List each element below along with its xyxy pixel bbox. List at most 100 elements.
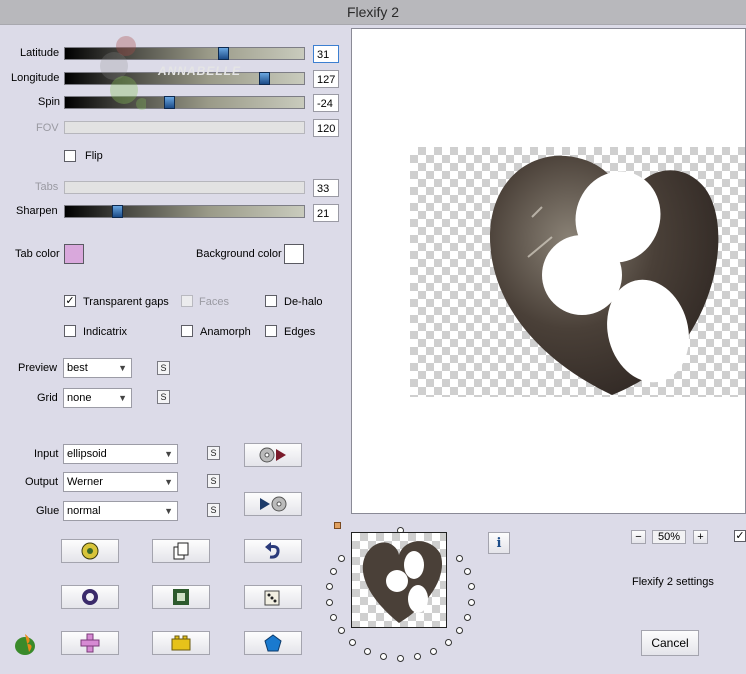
zoom-in-button[interactable]: + (693, 530, 708, 544)
spin-label: Spin (38, 96, 61, 108)
thumbnail-heart-image (362, 541, 443, 623)
dial-dot[interactable] (325, 598, 333, 606)
load-input-button[interactable] (244, 443, 302, 467)
background-color-swatch[interactable] (284, 244, 304, 264)
tab-color-swatch[interactable] (64, 244, 84, 264)
ring-button[interactable] (61, 585, 119, 609)
dial-dot[interactable] (464, 613, 472, 621)
output-select[interactable]: Werner ▼ (63, 472, 178, 492)
edges-label: Edges (284, 326, 316, 338)
cross-button[interactable] (61, 631, 119, 655)
brick-button[interactable] (152, 631, 210, 655)
frame-button[interactable] (152, 585, 210, 609)
dial-dot[interactable] (456, 554, 464, 562)
copy-button[interactable] (152, 539, 210, 563)
flip-checkbox[interactable] (64, 150, 76, 162)
dial-dot[interactable] (430, 647, 438, 655)
dial-dot[interactable] (349, 638, 357, 646)
fov-input[interactable]: 120 (313, 119, 339, 137)
dial-dot[interactable] (337, 627, 345, 635)
transparent-gaps-checkbox[interactable]: ✓ (64, 295, 76, 307)
spin-thumb[interactable] (164, 96, 175, 109)
latitude-input[interactable]: 31 (313, 45, 339, 63)
transparent-gaps-label: Transparent gaps (83, 296, 169, 308)
input-label: Input (34, 448, 59, 460)
dial-dot[interactable] (363, 647, 371, 655)
grid-label: Grid (37, 392, 58, 404)
tabs-input[interactable]: 33 (313, 179, 339, 197)
glue-label: Glue (36, 505, 60, 517)
tabs-label: Tabs (35, 181, 59, 193)
anamorph-label: Anamorph (200, 326, 251, 338)
undo-icon (265, 542, 280, 559)
dial-dot[interactable] (379, 653, 387, 661)
latitude-label: Latitude (20, 47, 60, 59)
dial-dot[interactable] (325, 583, 333, 591)
settings-label: Flexify 2 settings (632, 576, 714, 588)
info-button[interactable]: i (488, 532, 510, 554)
randomize-button[interactable] (61, 539, 119, 563)
dial-dot[interactable] (414, 653, 422, 661)
tab-color-label: Tab color (15, 248, 60, 260)
dial-dot[interactable] (456, 627, 464, 635)
glue-s-button[interactable]: S (207, 503, 220, 517)
dehalo-checkbox[interactable] (265, 295, 277, 307)
longitude-input[interactable]: 127 (313, 70, 339, 88)
anamorph-checkbox[interactable] (181, 325, 193, 337)
pentagon-button[interactable] (244, 631, 302, 655)
undo-button[interactable] (244, 539, 302, 563)
grid-s-button[interactable]: S (157, 390, 170, 404)
preview-label: Preview (18, 362, 58, 374)
dial-dot[interactable] (444, 638, 452, 646)
indicatrix-checkbox[interactable] (64, 325, 76, 337)
zoom-out-button[interactable]: − (631, 530, 646, 544)
edges-checkbox[interactable] (265, 325, 277, 337)
preview-select[interactable]: best ▼ (63, 358, 132, 378)
flame-logo-icon (13, 632, 39, 659)
flip-label: Flip (85, 150, 103, 162)
dial-dot[interactable] (468, 598, 476, 606)
chevron-down-icon: ▼ (118, 393, 127, 403)
sharpen-input[interactable]: 21 (313, 204, 339, 222)
cancel-button[interactable]: Cancel (641, 630, 699, 656)
chevron-down-icon: ▼ (164, 477, 173, 487)
watermark-logo (86, 32, 148, 112)
fov-slider (64, 121, 305, 134)
glue-select-value: normal (67, 505, 101, 517)
dice-ball-icon (81, 542, 99, 560)
spin-input[interactable]: -24 (313, 94, 339, 112)
output-s-button[interactable]: S (207, 474, 220, 488)
faces-checkbox (181, 295, 193, 307)
dial-dot[interactable] (337, 554, 345, 562)
play-to-disc-icon (260, 496, 287, 512)
options-checkbox[interactable]: ✓ (734, 530, 746, 542)
square-frame-icon (173, 589, 189, 605)
dial-dot[interactable] (329, 568, 337, 576)
faces-label: Faces (199, 296, 229, 308)
input-select[interactable]: ellipsoid ▼ (63, 444, 178, 464)
dial-dot[interactable] (468, 583, 476, 591)
latitude-thumb[interactable] (218, 47, 229, 60)
main-preview[interactable] (351, 28, 746, 514)
brick-icon (171, 635, 191, 651)
longitude-thumb[interactable] (259, 72, 270, 85)
output-select-value: Werner (67, 476, 103, 488)
load-output-button[interactable] (244, 492, 302, 516)
grid-select[interactable]: none ▼ (63, 388, 132, 408)
sharpen-slider[interactable] (64, 205, 305, 218)
sharpen-thumb[interactable] (112, 205, 123, 218)
input-select-value: ellipsoid (67, 448, 107, 460)
dice-button[interactable] (244, 585, 302, 609)
tabs-slider (64, 181, 305, 194)
chevron-down-icon: ▼ (164, 506, 173, 516)
preview-s-button[interactable]: S (157, 361, 170, 375)
dial-dot[interactable] (397, 655, 404, 662)
background-color-label: Background color (196, 248, 282, 260)
input-s-button[interactable]: S (207, 446, 220, 460)
dial-dot[interactable] (329, 613, 337, 621)
dial-dot[interactable] (464, 568, 472, 576)
window-title: Flexify 2 (0, 0, 746, 25)
glue-select[interactable]: normal ▼ (63, 501, 178, 521)
chevron-down-icon: ▼ (118, 363, 127, 373)
preview-heart-image (490, 155, 719, 395)
